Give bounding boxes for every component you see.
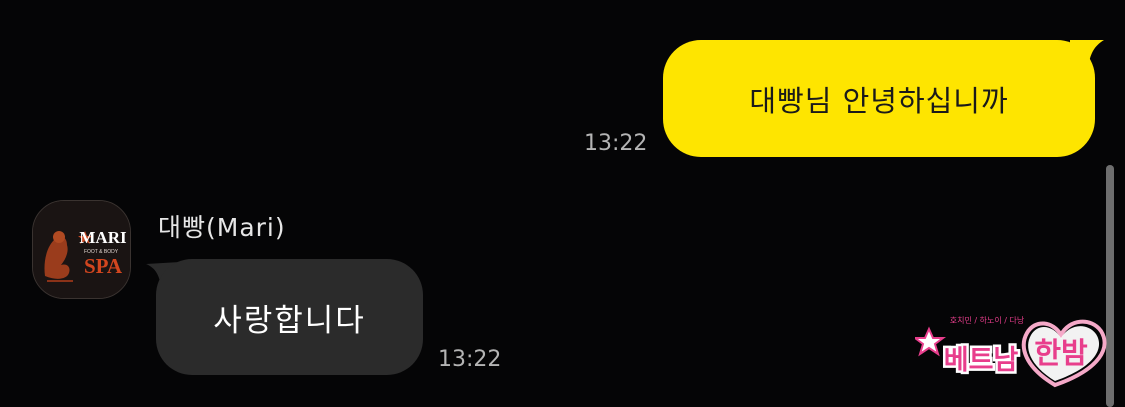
watermark-logo: 호치민 / 하노이 / 다낭 베트남 한밤 — [915, 315, 1107, 388]
logo-text-mari: MARI — [79, 228, 127, 247]
sender-avatar[interactable]: MARI FOOT & BODY SPA — [32, 200, 131, 299]
star-icon — [915, 326, 946, 357]
logo-text-spa: SPA — [84, 254, 123, 278]
watermark-small-text: 호치민 / 하노이 / 다낭 — [950, 315, 1025, 325]
incoming-message-time: 13:22 — [438, 347, 502, 372]
outgoing-message-time: 13:22 — [584, 131, 648, 156]
incoming-message-text: 사랑합니다 — [213, 302, 366, 339]
watermark-text-b: 한밤 — [1034, 336, 1088, 370]
sender-name[interactable]: 대빵(Mari) — [158, 208, 286, 244]
incoming-message-bubble[interactable]: 사랑합니다 — [156, 259, 423, 375]
mari-spa-logo: MARI FOOT & BODY SPA — [33, 201, 130, 298]
outgoing-message-text: 대빵님 안녕하십니까 — [749, 83, 1009, 118]
chat-area[interactable]: 대빵님 안녕하십니까 13:22 MARI FOOT & BODY SPA 대빵… — [0, 0, 1125, 407]
outgoing-message-bubble[interactable]: 대빵님 안녕하십니까 — [663, 40, 1095, 157]
watermark-text-a: 베트남 — [944, 345, 1019, 376]
